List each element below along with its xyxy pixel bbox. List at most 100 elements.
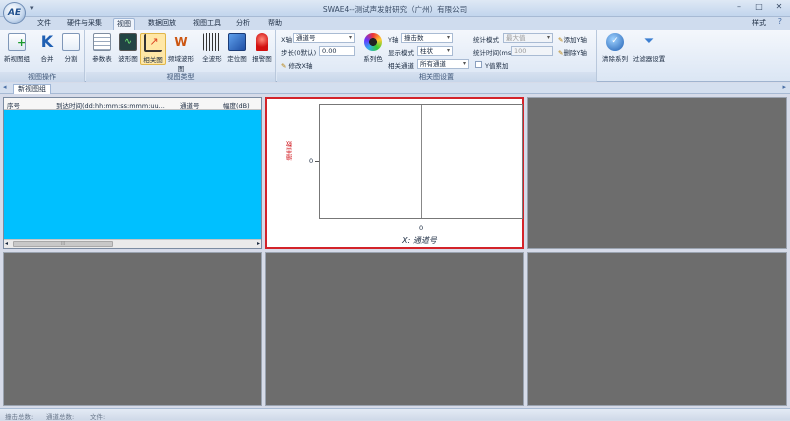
horizontal-scrollbar[interactable]: ◂ ⁞⁞⁞ ▸ — [4, 239, 261, 248]
delete-y-axis-label: 删除Y轴 — [563, 49, 587, 57]
waveform-button[interactable]: ∿ 波形图 — [115, 33, 141, 63]
funnel-icon: ⏷ — [643, 34, 655, 49]
series-color-label: 系列色 — [363, 55, 383, 63]
tab-view-tools[interactable]: 视图工具 — [190, 18, 224, 30]
freq-wave-label: 频域波形图 — [168, 55, 194, 73]
correlation-button[interactable]: ↗ 相关图 — [140, 33, 166, 65]
close-icon[interactable]: ✕ — [772, 2, 786, 11]
x-axis-label: X轴 — [281, 36, 292, 44]
spectrum-icon: W — [174, 35, 188, 49]
group-correlation-settings: X轴 通道号 步长(0默认) 0.00 ✎ 修改X轴 系列色 Y轴 撞击数 显示… — [277, 30, 597, 82]
scrollbar-thumb[interactable]: ⁞⁞⁞ — [13, 241, 113, 247]
merge-button[interactable]: K 合并 — [34, 32, 60, 64]
add-y-axis-button[interactable]: ✎添加Y轴 — [558, 34, 587, 44]
stat-mode-select[interactable]: 最大值 — [503, 33, 553, 43]
merge-icon: K — [40, 32, 54, 51]
style-menu[interactable]: 样式 — [752, 18, 766, 28]
tab-view[interactable]: 视图 — [113, 18, 135, 30]
correlation-chart-panel[interactable]: 撞击数 0 0 X: 通道号 — [265, 97, 524, 249]
app-logo[interactable]: AE — [3, 2, 26, 24]
help-icon[interactable]: ? — [778, 17, 782, 26]
tab-hardware[interactable]: 硬件与采集 — [64, 18, 105, 30]
filter-settings-button[interactable]: ⏷ 过滤器设置 — [632, 33, 666, 63]
column-header[interactable]: 通道号 — [180, 100, 200, 110]
series-color-button[interactable]: 系列色 — [361, 33, 385, 63]
full-wave-icon — [203, 33, 221, 51]
split-button[interactable]: 分割 — [58, 33, 84, 63]
add-view-icon: + — [8, 33, 26, 51]
empty-view-panel[interactable] — [265, 252, 524, 406]
alarm-button[interactable]: 报警图 — [249, 33, 275, 63]
cube-icon — [228, 33, 246, 51]
location-label: 定位图 — [227, 55, 247, 63]
group-title: 视图操作 — [0, 72, 84, 82]
y-accumulate-label: Y值累加 — [485, 62, 509, 70]
y-tick — [315, 161, 319, 162]
stat-time-input[interactable]: 100 — [511, 46, 553, 56]
window-controls: – □ ✕ — [732, 2, 786, 11]
table-header: 序号 到达时间(dd:hh:mm:ss:mmm:uu... 通道号 幅度(dB) — [4, 98, 261, 110]
y-tick-label: 0 — [309, 157, 314, 165]
empty-view-panel[interactable] — [3, 252, 262, 406]
step-label: 步长(0默认) — [281, 49, 317, 57]
alarm-label: 报警图 — [252, 55, 272, 63]
clear-series-button[interactable]: ✓ 清除系列 — [600, 33, 630, 63]
minimize-icon[interactable]: – — [732, 2, 746, 11]
alarm-light-icon — [256, 33, 268, 51]
full-wave-button[interactable]: 全波形 — [199, 33, 225, 63]
document-tabs: ◂ 新视图组 ▸ — [0, 83, 790, 94]
tab-analysis[interactable]: 分析 — [233, 18, 253, 30]
ribbon: + 新视图组 K 合并 分割 视图操作 参数表 ∿ 波形图 ↗ 相关图 W 频域… — [0, 30, 790, 82]
full-wave-label: 全波形 — [202, 55, 222, 63]
new-view-group-label: 新视图组 — [4, 55, 30, 63]
scroll-right-icon[interactable]: ▸ — [257, 240, 260, 247]
pencil-icon: ✎ — [281, 62, 287, 70]
params-table-button[interactable]: 参数表 — [89, 33, 115, 63]
tab-help[interactable]: 帮助 — [265, 18, 285, 30]
tab-scroll-right-icon[interactable]: ▸ — [782, 83, 786, 91]
tab-scroll-left-icon[interactable]: ◂ — [3, 83, 7, 91]
merge-label: 合并 — [40, 55, 54, 63]
waveform-label: 波形图 — [118, 55, 138, 63]
hits-table-panel[interactable]: 序号 到达时间(dd:hh:mm:ss:mmm:uu... 通道号 幅度(dB)… — [3, 97, 262, 249]
stat-time-label: 统计时间(ms) — [473, 49, 514, 57]
x-axis-select[interactable]: 通道号 — [293, 33, 355, 43]
tab-new-view-group[interactable]: 新视图组 — [13, 84, 51, 94]
x-tick-label: 0 — [419, 224, 424, 232]
delete-y-axis-button[interactable]: ✎删除Y轴 — [558, 47, 587, 57]
y-accumulate-checkbox[interactable] — [475, 61, 482, 68]
stat-mode-label: 统计模式 — [473, 36, 499, 44]
clear-series-label: 清除系列 — [602, 55, 628, 63]
plot-area[interactable] — [319, 104, 523, 219]
location-button[interactable]: 定位图 — [224, 33, 250, 63]
globe-check-icon: ✓ — [606, 33, 624, 51]
scroll-left-icon[interactable]: ◂ — [5, 240, 8, 247]
column-header[interactable]: 幅度(dB) — [223, 100, 250, 110]
modify-x-axis-button[interactable]: ✎ 修改X轴 — [281, 60, 312, 70]
split-label: 分割 — [64, 55, 78, 63]
y-axis-label: Y轴 — [388, 36, 399, 44]
scroll-grip: ⁞⁞⁞ — [60, 241, 66, 247]
related-channel-label: 相关通道 — [388, 62, 414, 70]
new-view-group-button[interactable]: + 新视图组 — [2, 33, 32, 63]
tab-replay[interactable]: 数据回放 — [145, 18, 179, 30]
column-header[interactable]: 到达时间(dd:hh:mm:ss:mmm:uu... — [56, 100, 165, 110]
title-bar: ▾ SWAE4--测试声发射研究（广州）有限公司 – □ ✕ — [0, 0, 790, 17]
status-bar: 撞击总数: 通道总数: 文件: — [0, 408, 790, 421]
ribbon-tabs: 文件 硬件与采集 视图 数据回放 视图工具 分析 帮助 样式 ? — [0, 17, 790, 30]
empty-view-panel[interactable] — [527, 97, 787, 249]
y-axis-select[interactable]: 撞击数 — [401, 33, 453, 43]
column-header[interactable]: 序号 — [7, 100, 20, 110]
display-mode-label: 显示模式 — [388, 49, 414, 57]
table-icon — [93, 33, 111, 51]
x-axis-title: X: 通道号 — [402, 236, 437, 245]
tab-file[interactable]: 文件 — [34, 18, 54, 30]
related-channel-select[interactable]: 所有通道 — [417, 59, 469, 69]
display-mode-select[interactable]: 柱状 — [417, 46, 453, 56]
step-input[interactable]: 0.00 — [319, 46, 355, 56]
color-wheel-icon — [364, 33, 382, 51]
freq-wave-button[interactable]: W 频域波形图 — [166, 33, 196, 73]
channel-line — [421, 105, 422, 218]
maximize-icon[interactable]: □ — [752, 2, 766, 11]
empty-view-panel[interactable] — [527, 252, 787, 406]
